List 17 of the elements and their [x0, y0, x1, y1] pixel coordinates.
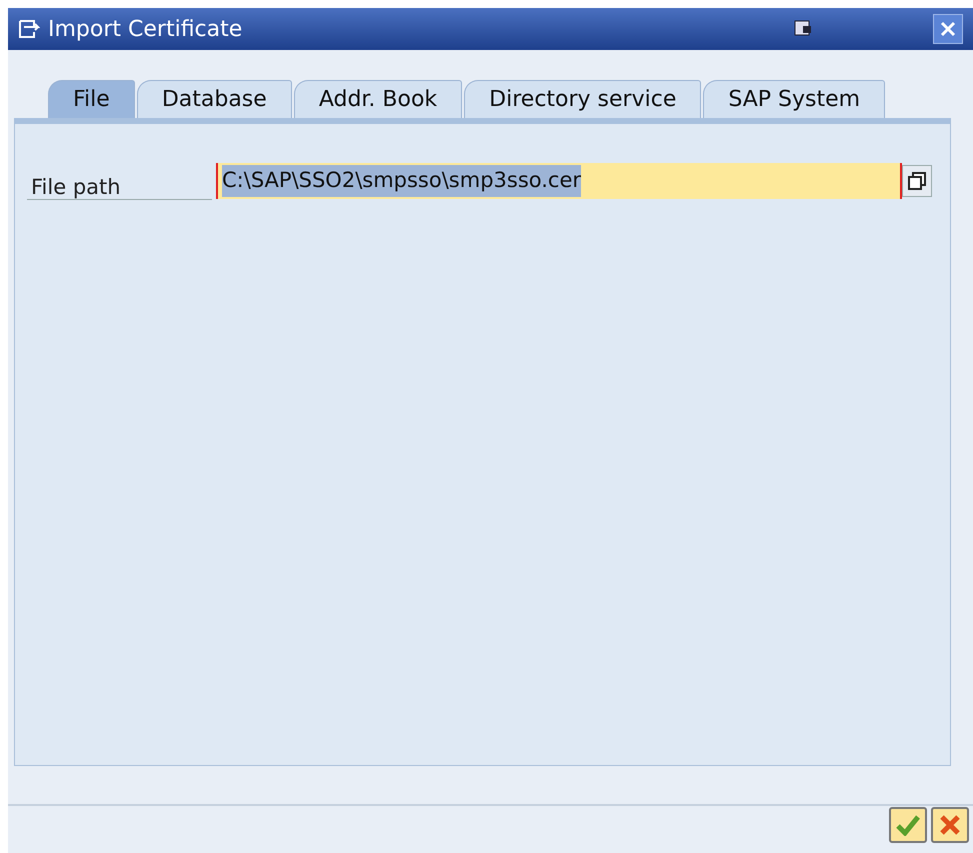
check-icon [895, 814, 921, 836]
dialog-icon [18, 19, 40, 39]
copy-icon [907, 171, 927, 191]
cancel-icon [939, 814, 961, 836]
close-icon [939, 20, 957, 38]
tab[interactable]: Database [136, 80, 292, 118]
field-label: File path [27, 162, 212, 200]
close-button[interactable] [933, 14, 963, 44]
cancel-button[interactable] [931, 807, 969, 843]
window-title: Import Certificate [48, 16, 242, 44]
tab[interactable]: Directory service [464, 80, 702, 118]
tab[interactable]: SAP System [703, 80, 886, 118]
confirm-button[interactable] [889, 807, 927, 843]
tab[interactable]: File [48, 80, 135, 118]
file-path-field[interactable]: C:\SAP\SSO2\smpsso\smp3sso.cer [216, 163, 902, 199]
tab[interactable]: Addr. Book [294, 80, 462, 118]
value-help-button[interactable] [902, 165, 932, 197]
